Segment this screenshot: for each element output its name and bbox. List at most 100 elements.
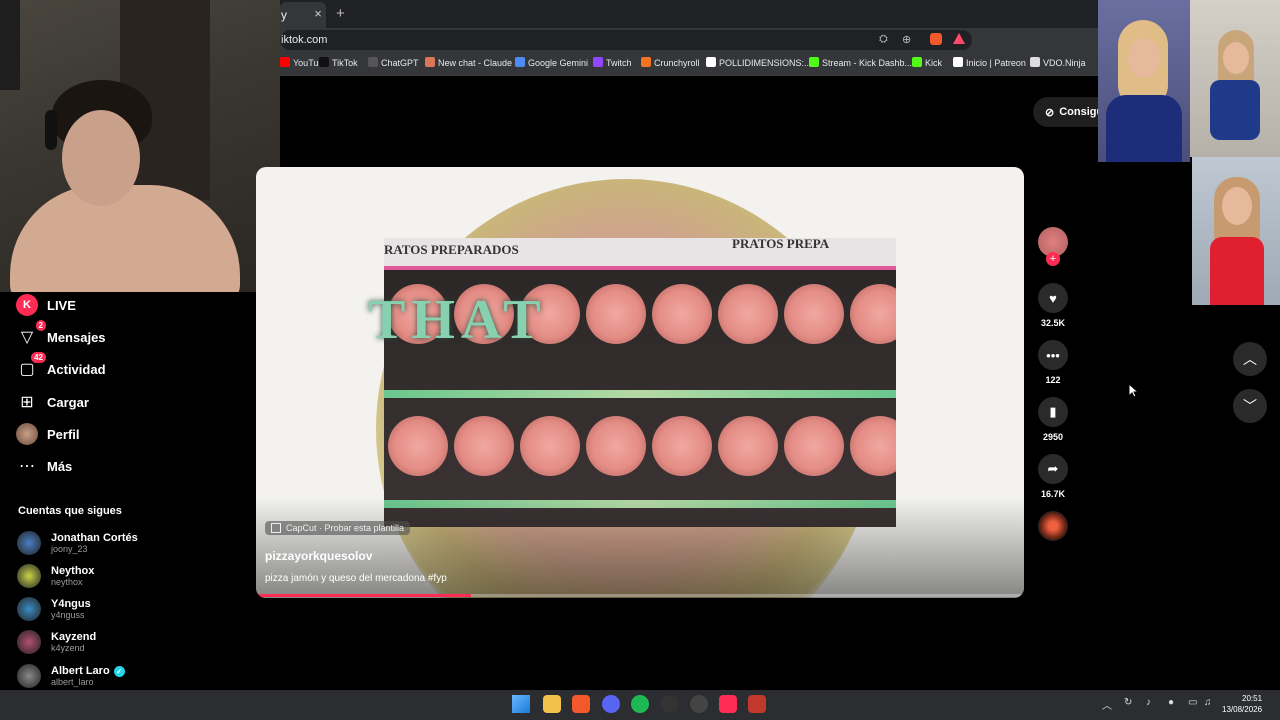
bookmark-item[interactable]: Kick: [912, 57, 942, 68]
shelf-label-right: PRATOS PREPA: [732, 238, 830, 251]
save-action[interactable]: ▮ 2950: [1038, 397, 1068, 442]
obs-second-icon[interactable]: [690, 695, 708, 713]
guest-webcam-3: [1192, 157, 1280, 305]
discord-icon[interactable]: [602, 695, 620, 713]
sync-icon[interactable]: ↻: [1124, 697, 1132, 708]
share-action[interactable]: ➦ 16.7K: [1038, 454, 1068, 499]
capcut-label: CapCut · Probar esta plantilla: [286, 523, 405, 533]
capcut-template-chip[interactable]: CapCut · Probar esta plantilla: [265, 521, 411, 535]
zoom-icon[interactable]: ⊕: [902, 33, 911, 46]
brave-browser-icon[interactable]: [572, 695, 590, 713]
account-handle: k4yzend: [51, 643, 85, 653]
tray-overflow-icon[interactable]: ︿: [1102, 697, 1112, 712]
sidebar-item-label: Actividad: [47, 361, 106, 377]
verified-badge-icon: ✓: [113, 666, 125, 677]
translate-icon[interactable]: ⛭: [879, 33, 888, 46]
brave-shield-icon[interactable]: [930, 33, 942, 45]
following-account[interactable]: Jonathan Cortés joony_23: [17, 528, 138, 558]
bookmark-item[interactable]: TikTok: [319, 57, 358, 68]
following-account[interactable]: Kayzend k4yzend: [17, 627, 96, 657]
system-clock[interactable]: 20:51 13/08/2026: [1222, 693, 1262, 715]
clock-time: 20:51: [1242, 694, 1263, 703]
spotify-icon[interactable]: [631, 695, 649, 713]
bookmark-item[interactable]: POLLIDIMENSIONS:...: [706, 57, 812, 68]
sidebar-item-perfil[interactable]: Perfil: [16, 422, 80, 446]
account-name: Jonathan Cortés: [51, 532, 138, 544]
live-icon: K: [16, 294, 38, 316]
tiktok-icon[interactable]: [719, 695, 737, 713]
sidebar-item-mensajes[interactable]: ▽ 2 Mensajes: [16, 320, 106, 349]
obs-icon[interactable]: [661, 695, 679, 713]
brave-rewards-icon[interactable]: [953, 33, 965, 44]
chevron-up-icon: ︿: [1243, 351, 1257, 367]
video-player[interactable]: RATOS PREPARADOS PRATOS PREPA THAT CapCu…: [256, 167, 1024, 598]
activity-icon: ▢ 42: [16, 352, 46, 380]
new-tab-button[interactable]: +: [336, 5, 345, 22]
bookmark-favicon-icon: [425, 57, 435, 67]
coin-icon: ⊘: [1045, 106, 1055, 119]
like-action[interactable]: ♥ 32.5K: [1038, 283, 1068, 328]
comment-icon[interactable]: •••: [1038, 340, 1068, 370]
following-account[interactable]: Neythox neythox: [17, 561, 94, 591]
following-account[interactable]: Y4ngus y4nguss: [17, 594, 91, 624]
microphone-icon[interactable]: ●: [1168, 697, 1174, 708]
follow-plus-icon[interactable]: +: [1046, 252, 1060, 266]
heart-icon[interactable]: ♥: [1038, 283, 1068, 313]
bookmark-favicon-icon: [368, 57, 378, 67]
windows-start-icon[interactable]: [512, 695, 530, 713]
account-handle: neythox: [51, 577, 83, 587]
share-count: 16.7K: [1040, 489, 1066, 499]
guest-webcam-2: [1190, 0, 1280, 157]
shelf-label-left: RATOS PREPARADOS: [384, 242, 519, 257]
sidebar-item-label: Perfil: [47, 426, 80, 442]
bookmark-favicon-icon: [319, 57, 329, 67]
music-disc-icon[interactable]: [1038, 511, 1068, 541]
bookmark-favicon-icon: [641, 57, 651, 67]
bookmark-label: New chat - Claude: [438, 58, 513, 68]
account-name: Neythox: [51, 565, 95, 577]
bookmark-item[interactable]: Google Gemini: [515, 57, 588, 68]
bookmark-label: TikTok: [332, 58, 358, 68]
bookmark-favicon-icon: [280, 57, 290, 67]
profile-avatar: [16, 423, 38, 445]
following-account[interactable]: Albert Laro ✓ albert_laro: [17, 661, 125, 691]
address-bar[interactable]: [280, 30, 972, 50]
sidebar-item-cargar[interactable]: ⊞ Cargar: [16, 390, 89, 414]
avatar: [17, 664, 41, 688]
previous-video-button[interactable]: ︿: [1233, 342, 1267, 376]
messages-icon: ▽ 2: [16, 320, 46, 348]
volume-icon[interactable]: ♫: [1204, 697, 1212, 708]
avatar: [17, 564, 41, 588]
bookmark-label: Inicio | Patreon: [966, 58, 1026, 68]
bookmark-item[interactable]: Inicio | Patreon: [953, 57, 1026, 68]
supermarket-fridge-image: RATOS PREPARADOS PRATOS PREPA: [384, 238, 896, 527]
file-explorer-icon[interactable]: [543, 695, 561, 713]
video-overlay-text: THAT: [368, 289, 547, 351]
voicemeeter-icon[interactable]: [748, 695, 766, 713]
share-icon[interactable]: ➦: [1038, 454, 1068, 484]
bookmark-label: ChatGPT: [381, 58, 419, 68]
get-coins-button[interactable]: ⊘ Consigu: [1033, 97, 1103, 127]
speaker-icon[interactable]: ♪: [1146, 697, 1151, 708]
network-icon[interactable]: ▭: [1188, 697, 1197, 708]
bookmark-item[interactable]: Crunchyroll: [641, 57, 700, 68]
avatar: [17, 597, 41, 621]
comment-action[interactable]: ••• 122: [1038, 340, 1068, 385]
bookmark-item[interactable]: VDO.Ninja: [1030, 57, 1086, 68]
avatar: [17, 630, 41, 654]
bookmark-favicon-icon: [515, 57, 525, 67]
video-author[interactable]: pizzayorkquesolov: [265, 549, 372, 563]
sidebar-item-más[interactable]: ⋯ Más: [16, 454, 72, 478]
bookmark-item[interactable]: New chat - Claude: [425, 57, 512, 68]
sidebar-item-actividad[interactable]: ▢ 42 Actividad: [16, 352, 106, 381]
tab-close-icon[interactable]: ×: [311, 6, 325, 21]
bookmark-item[interactable]: Stream - Kick Dashb...: [809, 57, 912, 68]
clock-date: 13/08/2026: [1222, 705, 1263, 714]
sidebar-item-live[interactable]: K LIVE: [16, 293, 76, 317]
bookmark-icon[interactable]: ▮: [1038, 397, 1068, 427]
next-video-button[interactable]: ﹀: [1233, 389, 1267, 423]
following-title: Cuentas que sigues: [18, 505, 122, 517]
bookmark-item[interactable]: ChatGPT: [368, 57, 419, 68]
url-text[interactable]: iktok.com: [281, 34, 327, 46]
bookmark-item[interactable]: Twitch: [593, 57, 632, 68]
